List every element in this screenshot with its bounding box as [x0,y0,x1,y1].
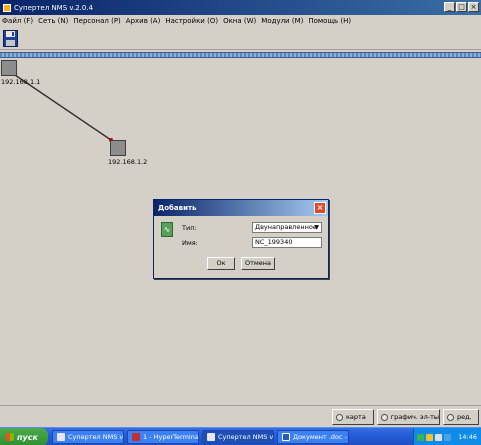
menu-bar: Файл (F) Сеть (N) Персонал (P) Архив (A)… [0,15,481,27]
hyperterminal-icon [132,433,140,441]
type-select-value: Двунаправленное [255,223,317,231]
menu-personnel[interactable]: Персонал (P) [73,17,120,25]
minimize-button[interactable]: _ [444,2,455,12]
status-bar: карта графич. эл-ты ред. [0,405,481,427]
window-title: Супертел NMS v.2.0.4 [14,3,94,12]
radio-icon [447,413,454,421]
app-icon [57,433,65,441]
save-disk-icon [3,30,18,47]
name-label: Имя: [182,239,198,247]
start-button[interactable]: пуск [0,428,48,445]
radio-icon [336,413,343,421]
clock: 14:46 [458,433,477,441]
menu-settings[interactable]: Настройки (O) [165,17,218,25]
menu-archive[interactable]: Архив (A) [126,17,161,25]
start-label: пуск [17,432,38,442]
menu-help[interactable]: Помощь (H) [308,17,351,25]
network-node-1[interactable] [1,60,17,76]
windows-logo-icon [6,433,14,441]
dropdown-arrow-icon[interactable]: ▼ [314,223,319,232]
window-titlebar: Супертел NMS v.2.0.4 _ □ × [0,0,481,15]
cancel-button[interactable]: Отмена [241,257,275,270]
word-document-icon [282,433,290,441]
dialog-title: Добавить [154,200,328,216]
dialog-close-button[interactable]: × [314,202,326,214]
menu-modules[interactable]: Модули (M) [261,17,303,25]
menu-network[interactable]: Сеть (N) [38,17,68,25]
taskbar-item-label: Супертел NMS v.2.0.4 [68,433,123,441]
edit-button[interactable]: ред. [443,409,479,425]
type-label: Тип: [182,224,197,232]
menu-windows[interactable]: Окна (W) [223,17,256,25]
radio-icon [381,413,388,421]
network-node-2[interactable] [110,140,126,156]
map-view-button[interactable]: карта [332,409,374,425]
map-view-label: карта [346,413,366,421]
name-input[interactable]: NC_199340 [252,237,322,248]
taskbar-item-label: Документ .doc - Micr... [293,433,348,441]
menu-file[interactable]: Файл (F) [2,17,33,25]
network-tray-icon[interactable] [417,433,424,441]
map-header-strip [0,52,481,58]
taskbar-item-label: 1 - HyperTerminal [143,433,199,441]
ok-button[interactable]: Ок [207,257,235,270]
taskbar-item-hyperterminal[interactable]: 1 - HyperTerminal [127,430,199,444]
taskbar-item-nms-1[interactable]: Супертел NMS v.2.0.4 [52,430,124,444]
taskbar-item-label: Супертел NMS v.2.0.4 [218,433,273,441]
toolbar [0,28,481,50]
app-icon [3,3,11,12]
window-controls: _ □ × [444,2,479,12]
node-label-1: 192.168.1.1 [1,78,41,86]
system-tray: 14:46 [413,428,481,445]
link-type-icon: ∿ [161,222,173,237]
app-icon [207,433,215,441]
save-button[interactable] [3,30,18,47]
edit-label: ред. [457,413,472,421]
type-select[interactable]: Двунаправленное ▼ [252,222,322,233]
graphic-elements-button[interactable]: графич. эл-ты [377,409,440,425]
security-tray-icon[interactable] [426,433,433,441]
volume-tray-icon[interactable] [435,433,442,441]
language-tray-icon[interactable] [444,433,451,441]
node-label-2: 192.168.1.2 [108,158,148,166]
taskbar-item-word[interactable]: Документ .doc - Micr... [277,430,349,444]
windows-taskbar: пуск Супертел NMS v.2.0.4 1 - HyperTermi… [0,427,481,445]
taskbar-item-nms-2[interactable]: Супертел NMS v.2.0.4 [202,430,274,444]
close-button[interactable]: × [468,2,479,12]
maximize-button[interactable]: □ [456,2,467,12]
graphic-elements-label: графич. эл-ты [390,413,439,421]
add-link-dialog: Добавить × ∿ Тип: Двунаправленное ▼ Имя:… [153,199,329,279]
